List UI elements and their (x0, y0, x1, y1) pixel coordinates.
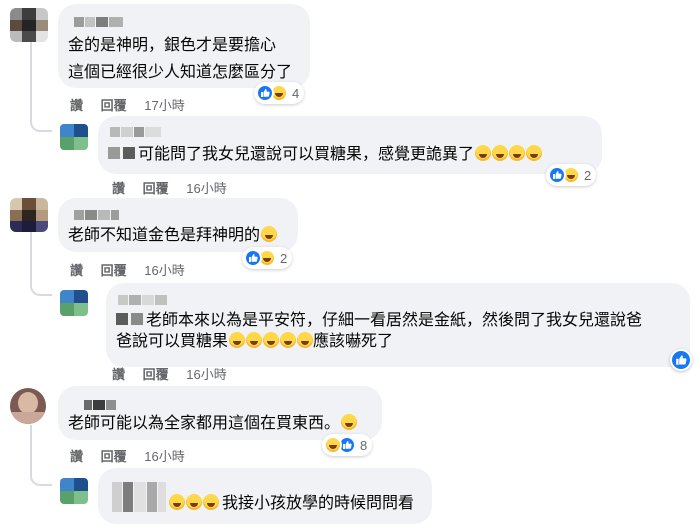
laughing-emoji-icon (263, 332, 280, 348)
reply-button[interactable]: 回覆 (101, 449, 127, 464)
comment-text: 這個已經很少人知道怎麼區分了 (68, 64, 293, 81)
reply-button[interactable]: 回覆 (101, 98, 127, 113)
timestamp[interactable]: 16小時 (186, 181, 226, 196)
avatar[interactable] (10, 198, 48, 232)
thread-elbow (30, 280, 52, 296)
like-button[interactable]: 讚 (70, 449, 83, 464)
reaction-summary[interactable]: 2 (242, 247, 293, 269)
reply-button[interactable]: 回覆 (143, 181, 169, 196)
like-reaction-icon (244, 249, 262, 267)
like-button[interactable]: 讚 (70, 263, 83, 278)
commenter-name[interactable] (110, 124, 162, 137)
like-reaction-icon (548, 166, 566, 184)
laughing-emoji-icon (246, 332, 263, 348)
timestamp[interactable]: 16小時 (144, 449, 184, 464)
reaction-count: 4 (292, 85, 300, 101)
reaction-count: 2 (280, 250, 288, 266)
commenter-name[interactable] (74, 14, 124, 27)
avatar[interactable] (10, 388, 46, 424)
comment-actions: 讚 回覆 16小時 (70, 446, 199, 465)
thread-elbow (30, 470, 52, 486)
avatar[interactable] (60, 478, 88, 504)
reaction-summary[interactable]: 4 (254, 82, 305, 104)
laughing-emoji-icon (169, 494, 185, 510)
laughing-emoji-icon (297, 332, 314, 348)
timestamp[interactable]: 16小時 (186, 367, 226, 382)
comment-bubble: 老師可能以為全家都用這個在買東西。 (58, 386, 382, 440)
laughing-emoji-icon (203, 494, 219, 510)
reply-button[interactable]: 回覆 (143, 367, 169, 382)
reply-button[interactable]: 回覆 (101, 263, 127, 278)
timestamp[interactable]: 17小時 (144, 98, 184, 113)
tagged-name[interactable] (116, 313, 128, 325)
comment-bubble: 老師本來以為是平安符，仔細一看居然是金紙，然後問了我女兒還說爸 爸說可以買糖果應… (106, 283, 690, 367)
like-button[interactable]: 讚 (112, 181, 125, 196)
laughing-emoji-icon (526, 145, 543, 161)
comment-bubble: 可能問了我女兒還說可以買糖果，感覺更詭異了 (98, 116, 602, 174)
comment-bubble: 老師不知道金色是拜神明的 (58, 198, 298, 252)
comment-text: 爸說可以買糖果 應該嚇死了 (116, 332, 394, 350)
like-button[interactable]: 讚 (70, 98, 83, 113)
like-button[interactable]: 讚 (112, 367, 125, 382)
avatar[interactable] (60, 124, 88, 150)
laughing-emoji-icon (261, 226, 278, 242)
commenter-name[interactable] (84, 397, 117, 410)
thread-elbow (30, 116, 52, 132)
thread-line (30, 232, 32, 282)
laughing-emoji-icon (475, 145, 492, 161)
comment-text: 我接小孩放學的時候問問看 (168, 490, 414, 517)
thread-line (30, 425, 32, 473)
grinning-sweat-emoji-icon (341, 414, 358, 430)
avatar[interactable] (60, 290, 88, 316)
like-reaction-icon (256, 84, 274, 102)
thread-line (30, 40, 32, 118)
laughing-emoji-icon (229, 332, 246, 348)
laughing-emoji-icon (509, 145, 526, 161)
laughing-emoji-icon (186, 494, 202, 510)
comment-actions: 讚 回覆 16小時 (70, 260, 199, 279)
avatar[interactable] (10, 8, 48, 42)
like-reaction-icon[interactable] (670, 349, 692, 371)
laughing-emoji-icon (492, 145, 509, 161)
comment-text: 可能問了我女兒還說可以買糖果，感覺更詭異了 (108, 141, 543, 168)
laughing-emoji-icon (280, 332, 297, 348)
tagged-name[interactable] (108, 147, 120, 159)
commenter-name[interactable] (118, 292, 168, 305)
haha-reaction-icon (324, 436, 342, 454)
commenter-name[interactable] (74, 207, 120, 220)
comment-actions: 讚 回覆 17小時 (70, 95, 199, 114)
reaction-count: 2 (584, 167, 592, 183)
comment-bubble: 金的是神明，銀色才是要擔心 這個已經很少人知道怎麼區分了 (58, 4, 310, 88)
commenter-name[interactable] (112, 482, 167, 512)
reaction-count: 8 (360, 437, 368, 453)
comment-bubble: 我接小孩放學的時候問問看 (98, 468, 432, 524)
comment-text: 老師可能以為全家都用這個在買東西。 (68, 410, 358, 437)
comment-actions: 讚 回覆 16小時 (112, 364, 241, 383)
comment-text: 老師不知道金色是拜神明的 (68, 222, 278, 249)
reaction-summary[interactable]: 8 (322, 434, 373, 456)
reaction-summary[interactable]: 2 (546, 164, 597, 186)
comment-actions: 讚 回覆 16小時 (112, 178, 241, 197)
comment-text: 金的是神明，銀色才是要擔心 (68, 37, 277, 54)
timestamp[interactable]: 16小時 (144, 263, 184, 278)
